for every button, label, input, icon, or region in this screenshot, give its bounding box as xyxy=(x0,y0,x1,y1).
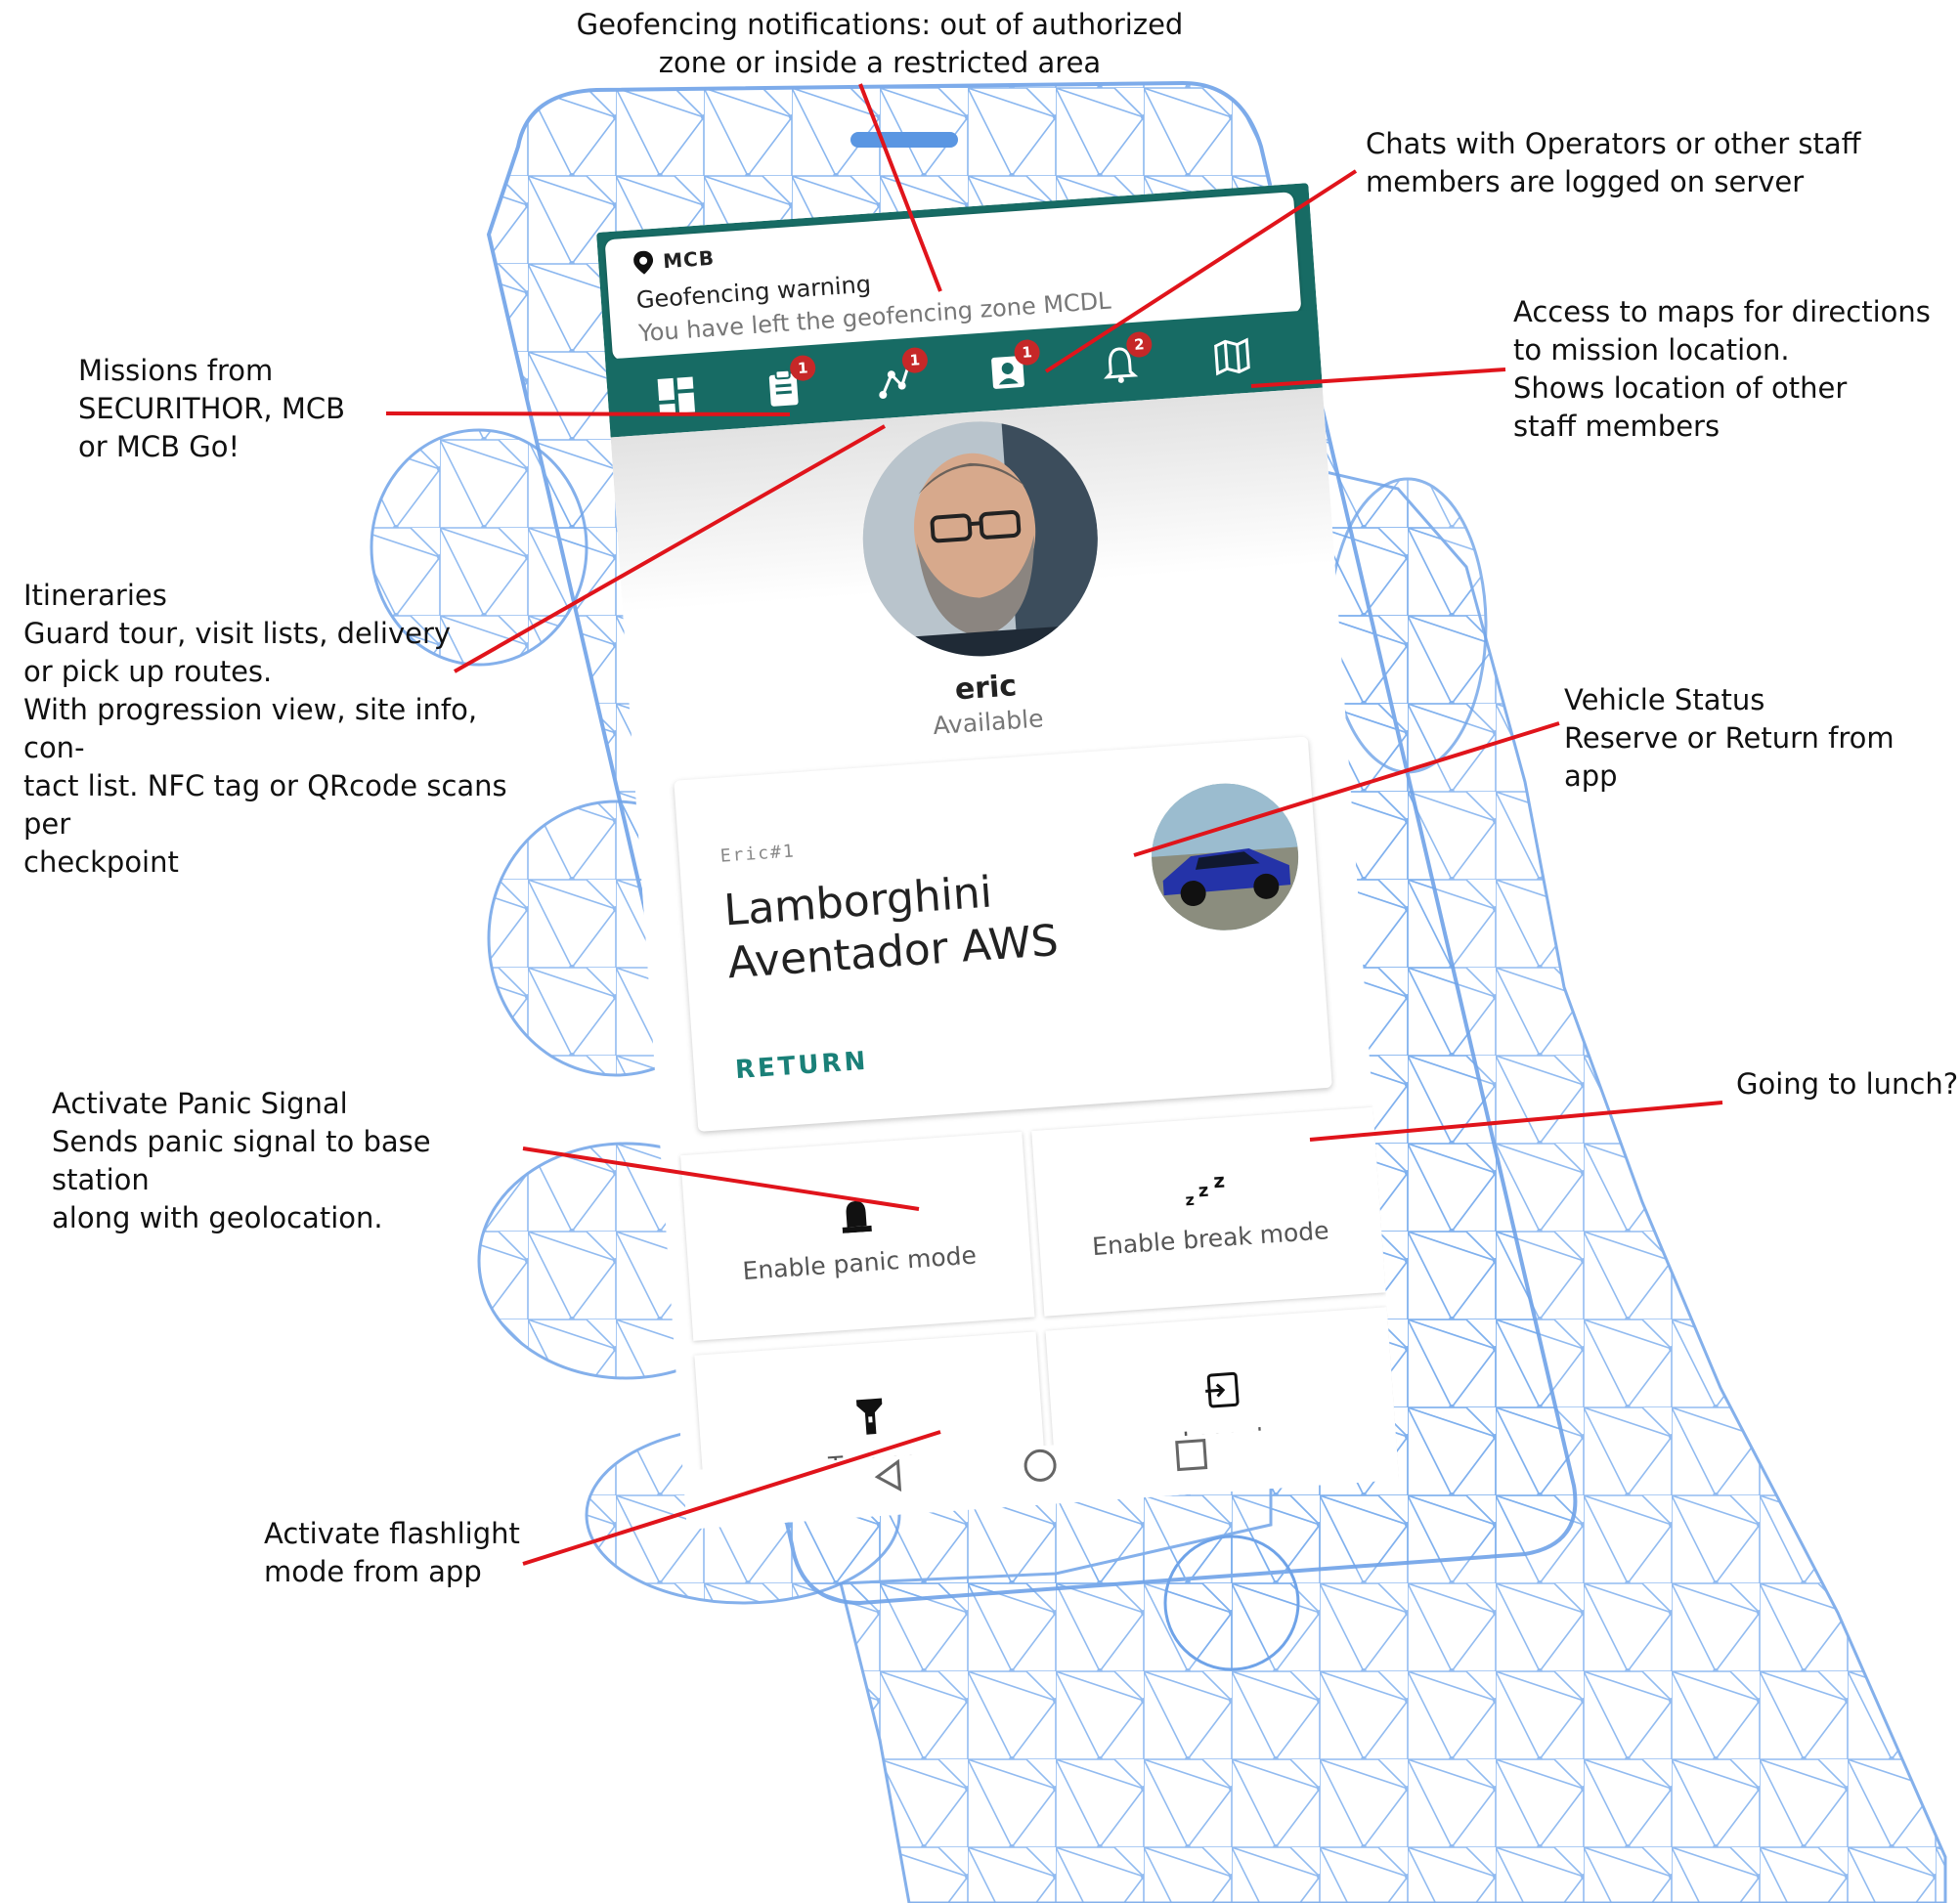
phone-speaker xyxy=(850,132,958,148)
home-circle-icon xyxy=(1024,1449,1057,1482)
callout-chats: Chats with Operators or other staff memb… xyxy=(1366,125,1874,201)
break-mode-button[interactable]: zzz Enable break mode xyxy=(1031,1106,1386,1317)
return-vehicle-button[interactable]: RETURN xyxy=(734,1047,869,1085)
svg-text:z: z xyxy=(1212,1171,1225,1192)
avatar xyxy=(854,413,1106,665)
break-mode-label: Enable break mode xyxy=(1091,1216,1330,1262)
itineraries-badge: 1 xyxy=(901,346,929,374)
tab-map[interactable] xyxy=(1200,324,1267,386)
tab-itineraries[interactable]: 1 xyxy=(864,346,931,410)
callout-line: SECURITHOR, MCB xyxy=(78,392,346,425)
callout-panic: Activate Panic Signal Sends panic signal… xyxy=(52,1085,531,1237)
svg-text:z: z xyxy=(1185,1190,1196,1210)
missions-badge: 1 xyxy=(789,354,817,382)
nav-back-button[interactable] xyxy=(868,1453,931,1516)
tab-missions[interactable]: 1 xyxy=(752,354,818,417)
callout-line: to mission location. xyxy=(1513,333,1790,367)
back-triangle-icon xyxy=(874,1458,902,1492)
svg-text:z: z xyxy=(1198,1181,1209,1202)
callout-line: Vehicle Status xyxy=(1564,683,1765,716)
phone-home-button xyxy=(1163,1535,1300,1671)
callout-line: tact list. NFC tag or QRcode scans per xyxy=(23,769,507,841)
callout-line: Activate flashlight xyxy=(264,1517,520,1550)
callout-vehicle: Vehicle Status Reserve or Return from ap… xyxy=(1564,681,1955,796)
callout-line: Going to lunch? xyxy=(1736,1067,1959,1101)
callout-line: Geofencing notifications: out of authori… xyxy=(576,8,1184,41)
nav-home-button[interactable] xyxy=(1020,1444,1082,1506)
panic-mode-button[interactable]: Enable panic mode xyxy=(680,1131,1035,1341)
callout-flashlight: Activate flashlight mode from app xyxy=(264,1515,577,1591)
callout-missions: Missions from SECURITHOR, MCB or MCB Go! xyxy=(78,352,371,466)
callout-line: checkpoint xyxy=(23,845,179,879)
callout-line: staff members xyxy=(1513,410,1720,443)
chats-badge: 1 xyxy=(1013,338,1041,367)
callout-line: or pick up routes. xyxy=(23,655,273,688)
vehicle-status-card: Eric#1 Lamborghini Aventador AWS RETURN xyxy=(674,736,1332,1132)
callout-line: along with geolocation. xyxy=(52,1201,383,1234)
logout-icon xyxy=(1049,1361,1393,1423)
callout-geofencing: Geofencing notifications: out of authori… xyxy=(528,6,1232,82)
callout-line: With progression view, site info, con- xyxy=(23,693,478,764)
dashboard-content: eric Available Eric#1 Lamborghini Aventa… xyxy=(610,387,1399,1530)
user-photo xyxy=(854,413,1106,665)
nav-recents-button[interactable] xyxy=(1170,1433,1233,1495)
callout-itineraries: Itineraries Guard tour, visit lists, del… xyxy=(23,577,532,882)
recents-square-icon xyxy=(1175,1439,1208,1472)
callout-line: zone or inside a restricted area xyxy=(658,46,1102,79)
callout-lunch: Going to lunch? xyxy=(1736,1065,1960,1103)
tab-notifications[interactable]: 2 xyxy=(1089,330,1155,394)
notification-source: MCB xyxy=(662,245,716,274)
callout-maps: Access to maps for directions to mission… xyxy=(1513,293,1943,446)
tab-dashboard[interactable] xyxy=(645,362,712,424)
vehicle-name: Lamborghini Aventador AWS xyxy=(721,867,1061,989)
callout-line: Missions from xyxy=(78,354,274,387)
tab-chats[interactable]: 1 xyxy=(977,338,1043,402)
callout-line: Sends panic signal to base station xyxy=(52,1125,431,1196)
vehicle-photo xyxy=(1147,778,1304,935)
map-icon xyxy=(1214,337,1250,376)
panic-mode-label: Enable panic mode xyxy=(741,1240,978,1286)
thumb xyxy=(1328,477,1488,774)
callout-line: Access to maps for directions xyxy=(1513,295,1931,328)
callout-line: Itineraries xyxy=(23,579,167,612)
dashboard-icon xyxy=(657,376,696,414)
vehicle-tag: Eric#1 xyxy=(719,841,797,867)
callout-line: Guard tour, visit lists, delivery xyxy=(23,617,452,650)
siren-icon xyxy=(684,1186,1028,1248)
phone-screen: MCB Geofencing warning You have left the… xyxy=(596,183,1399,1530)
notifications-badge: 2 xyxy=(1125,330,1154,359)
callout-line: Activate Panic Signal xyxy=(52,1087,348,1120)
car-image xyxy=(1147,778,1304,935)
callout-line: members are logged on server xyxy=(1366,165,1805,198)
callout-line: Chats with Operators or other staff xyxy=(1366,127,1861,160)
location-pin-icon xyxy=(633,250,654,275)
callout-line: or MCB Go! xyxy=(78,430,240,463)
callout-line: mode from app xyxy=(264,1555,482,1588)
callout-line: Reserve or Return from app xyxy=(1564,721,1895,793)
zzz-icon: zzz xyxy=(1035,1161,1379,1224)
callout-line: Shows location of other xyxy=(1513,371,1848,405)
